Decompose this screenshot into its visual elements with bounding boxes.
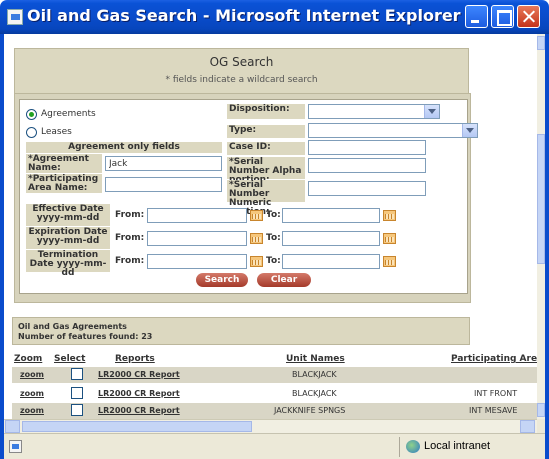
chevron-down-icon[interactable] bbox=[424, 105, 439, 118]
ie-page-icon bbox=[7, 9, 23, 25]
close-button[interactable] bbox=[517, 5, 540, 28]
column-header-participating-area[interactable]: Participating Are bbox=[451, 354, 537, 364]
type-label: Type: bbox=[227, 125, 305, 138]
agreements-radio-label: Agreements bbox=[41, 109, 96, 119]
maximize-button[interactable] bbox=[491, 5, 514, 28]
clear-button[interactable]: Clear bbox=[257, 273, 311, 287]
effective-from-label: From: bbox=[115, 210, 145, 220]
horizontal-scrollbar[interactable] bbox=[4, 419, 537, 433]
scroll-left-arrow-icon[interactable] bbox=[5, 420, 20, 433]
expiration-to-label: To: bbox=[266, 233, 281, 243]
table-row: zoom LR2000 CR Report JACKKNIFE SPNGS IN… bbox=[12, 403, 537, 419]
case-id-label: Case ID: bbox=[227, 142, 305, 155]
scrollbar-corner bbox=[537, 419, 545, 433]
window-title: Oil and Gas Search - Microsoft Internet … bbox=[27, 6, 461, 25]
expiration-from-label: From: bbox=[115, 233, 145, 243]
scroll-up-arrow-icon[interactable] bbox=[537, 36, 545, 50]
chevron-down-icon[interactable] bbox=[462, 124, 477, 137]
column-header-zoom[interactable]: Zoom bbox=[14, 354, 42, 364]
vertical-scroll-thumb[interactable] bbox=[537, 134, 545, 264]
calendar-icon[interactable] bbox=[383, 210, 396, 221]
zoom-link[interactable]: zoom bbox=[20, 370, 44, 379]
unit-name-cell: BLACKJACK bbox=[292, 389, 337, 398]
expiration-to-input[interactable] bbox=[282, 231, 380, 246]
serial-alpha-input[interactable] bbox=[308, 158, 426, 173]
column-header-reports[interactable]: Reports bbox=[115, 354, 155, 364]
scroll-down-arrow-icon[interactable] bbox=[537, 403, 545, 417]
leases-radio[interactable] bbox=[26, 127, 37, 138]
effective-to-input[interactable] bbox=[282, 208, 380, 223]
report-link[interactable]: LR2000 CR Report bbox=[98, 389, 180, 398]
results-count: Number of features found: 23 bbox=[18, 332, 153, 341]
title-bar: Oil and Gas Search - Microsoft Internet … bbox=[0, 0, 549, 34]
column-header-unit-names[interactable]: Unit Names bbox=[286, 354, 345, 364]
wildcard-note: * fields indicate a wildcard search bbox=[165, 75, 318, 85]
serial-alpha-label: *Serial Number Alpha portion: bbox=[227, 157, 305, 185]
expiration-from-input[interactable] bbox=[147, 231, 247, 246]
search-button[interactable]: Search bbox=[196, 273, 248, 287]
page-title: OG Search bbox=[209, 55, 274, 69]
select-checkbox[interactable] bbox=[71, 387, 83, 399]
effective-from-input[interactable] bbox=[147, 208, 247, 223]
vertical-scrollbar[interactable] bbox=[537, 34, 545, 419]
status-bar: Local intranet bbox=[4, 433, 545, 459]
results-heading: Oil and Gas Agreements bbox=[18, 322, 127, 331]
horizontal-scroll-thumb[interactable] bbox=[22, 421, 252, 432]
serial-numeric-label: *Serial Number Numeric portion: bbox=[227, 180, 305, 217]
search-form-panel: Agreements Leases Agreement only fields … bbox=[14, 93, 478, 303]
status-divider bbox=[399, 437, 400, 457]
participating-area-cell: INT FRONT bbox=[474, 389, 518, 398]
zoom-link[interactable]: zoom bbox=[20, 406, 44, 415]
termination-from-label: From: bbox=[115, 256, 145, 266]
case-id-input[interactable] bbox=[308, 140, 426, 155]
expiration-date-label: Expiration Date yyyy-mm-dd bbox=[26, 227, 110, 249]
serial-numeric-input[interactable] bbox=[308, 181, 426, 196]
termination-date-label: Termination Date yyyy-mm-dd bbox=[26, 250, 110, 278]
calendar-icon[interactable] bbox=[250, 256, 263, 267]
select-checkbox[interactable] bbox=[71, 368, 83, 380]
agreement-name-label: *Agreement Name: bbox=[26, 154, 102, 173]
report-link[interactable]: LR2000 CR Report bbox=[98, 406, 180, 415]
leases-radio-label: Leases bbox=[41, 127, 72, 137]
termination-to-input[interactable] bbox=[282, 254, 380, 269]
calendar-icon[interactable] bbox=[250, 233, 263, 244]
termination-to-label: To: bbox=[266, 256, 281, 266]
intranet-zone-icon bbox=[406, 440, 420, 453]
agreement-only-fields-heading: Agreement only fields bbox=[26, 142, 222, 153]
effective-to-label: To: bbox=[266, 210, 281, 220]
termination-from-input[interactable] bbox=[147, 254, 247, 269]
disposition-select[interactable] bbox=[308, 104, 440, 119]
security-zone-label: Local intranet bbox=[424, 440, 491, 452]
column-header-select[interactable]: Select bbox=[54, 354, 85, 364]
scroll-right-arrow-icon[interactable] bbox=[520, 420, 535, 433]
calendar-icon[interactable] bbox=[250, 210, 263, 221]
search-form: Agreements Leases Agreement only fields … bbox=[19, 99, 478, 294]
page-status-icon bbox=[9, 440, 22, 453]
effective-date-label: Effective Date yyyy-mm-dd bbox=[26, 204, 110, 226]
participating-area-input[interactable] bbox=[105, 177, 222, 192]
agreement-name-input[interactable] bbox=[105, 156, 222, 171]
results-summary: Oil and Gas Agreements Number of feature… bbox=[12, 317, 470, 345]
select-checkbox[interactable] bbox=[71, 404, 83, 416]
agreements-radio[interactable] bbox=[26, 109, 37, 120]
calendar-icon[interactable] bbox=[383, 233, 396, 244]
unit-name-cell: JACKKNIFE SPNGS bbox=[274, 406, 346, 415]
zoom-link[interactable]: zoom bbox=[20, 389, 44, 398]
disposition-label: Disposition: bbox=[227, 104, 305, 119]
unit-name-cell: BLACKJACK bbox=[292, 370, 337, 379]
page-content: OG Search * fields indicate a wildcard s… bbox=[4, 34, 537, 419]
type-select[interactable] bbox=[308, 123, 478, 138]
participating-area-label: *Participating Area Name: bbox=[26, 174, 102, 193]
calendar-icon[interactable] bbox=[383, 256, 396, 267]
minimize-button[interactable] bbox=[465, 5, 488, 28]
table-row: zoom LR2000 CR Report BLACKJACK INT FRON… bbox=[12, 385, 537, 401]
window-frame-right bbox=[545, 34, 549, 459]
table-row: zoom LR2000 CR Report BLACKJACK bbox=[12, 367, 537, 383]
participating-area-cell: INT MESAVE bbox=[469, 406, 518, 415]
report-link[interactable]: LR2000 CR Report bbox=[98, 370, 180, 379]
